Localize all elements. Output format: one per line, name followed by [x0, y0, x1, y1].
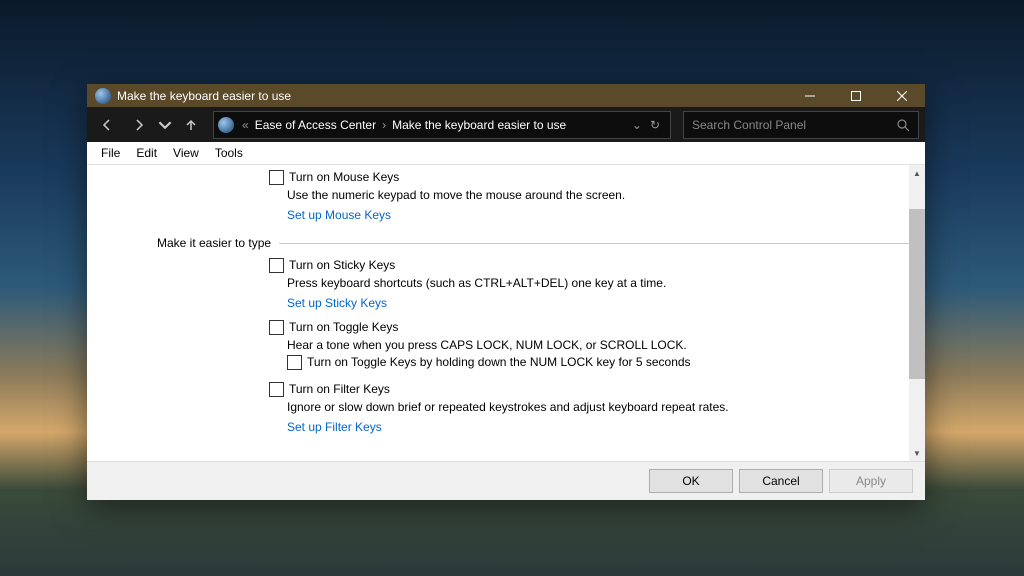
setup-mouse-keys-link[interactable]: Set up Mouse Keys	[287, 208, 909, 222]
menu-file[interactable]: File	[93, 144, 128, 162]
sticky-keys-label: Turn on Sticky Keys	[289, 258, 395, 273]
mouse-keys-description: Use the numeric keypad to move the mouse…	[287, 188, 847, 202]
menu-bar: File Edit View Tools	[87, 142, 925, 165]
control-panel-window: Make the keyboard easier to use « Ease o…	[87, 84, 925, 500]
window-title: Make the keyboard easier to use	[117, 89, 787, 103]
menu-tools[interactable]: Tools	[207, 144, 251, 162]
section-header-type: Make it easier to type	[157, 236, 909, 250]
search-icon	[896, 118, 910, 132]
cancel-button[interactable]: Cancel	[739, 469, 823, 493]
content-pane: Turn on Mouse Keys Use the numeric keypa…	[87, 165, 925, 461]
scroll-track[interactable]	[909, 181, 925, 445]
apply-button: Apply	[829, 469, 913, 493]
search-input[interactable]: Search Control Panel	[683, 111, 919, 139]
filter-keys-checkbox[interactable]	[269, 382, 284, 397]
refresh-icon[interactable]: ↻	[650, 118, 660, 132]
toggle-keys-checkbox[interactable]	[269, 320, 284, 335]
maximize-button[interactable]	[833, 84, 879, 107]
address-bar[interactable]: « Ease of Access Center › Make the keybo…	[213, 111, 671, 139]
breadcrumb-segment[interactable]: Make the keyboard easier to use	[388, 118, 570, 132]
titlebar: Make the keyboard easier to use	[87, 84, 925, 107]
sticky-keys-checkbox[interactable]	[269, 258, 284, 273]
setup-filter-keys-link[interactable]: Set up Filter Keys	[287, 420, 909, 434]
mouse-keys-label: Turn on Mouse Keys	[289, 170, 399, 185]
forward-button[interactable]	[125, 111, 153, 139]
divider	[279, 243, 909, 244]
filter-keys-description: Ignore or slow down brief or repeated ke…	[287, 400, 847, 414]
setup-sticky-keys-link[interactable]: Set up Sticky Keys	[287, 296, 909, 310]
close-button[interactable]	[879, 84, 925, 107]
desktop-wallpaper: Make the keyboard easier to use « Ease o…	[0, 0, 1024, 576]
toggle-keys-label: Turn on Toggle Keys	[289, 320, 398, 335]
ease-of-access-icon	[95, 88, 111, 104]
toggle-keys-description: Hear a tone when you press CAPS LOCK, NU…	[287, 338, 847, 352]
breadcrumb-separator-icon: «	[240, 118, 251, 132]
navigation-bar: « Ease of Access Center › Make the keybo…	[87, 107, 925, 142]
scrollbar[interactable]: ▲ ▼	[909, 165, 925, 461]
menu-view[interactable]: View	[165, 144, 207, 162]
sticky-keys-description: Press keyboard shortcuts (such as CTRL+A…	[287, 276, 847, 290]
ok-button[interactable]: OK	[649, 469, 733, 493]
scroll-down-button[interactable]: ▼	[909, 445, 925, 461]
toggle-keys-numlock-checkbox[interactable]	[287, 355, 302, 370]
chevron-down-icon[interactable]: ⌄	[632, 118, 642, 132]
menu-edit[interactable]: Edit	[128, 144, 165, 162]
up-button[interactable]	[177, 111, 205, 139]
toggle-keys-numlock-label: Turn on Toggle Keys by holding down the …	[307, 355, 691, 370]
mouse-keys-checkbox[interactable]	[269, 170, 284, 185]
back-button[interactable]	[93, 111, 121, 139]
ease-of-access-icon	[218, 117, 234, 133]
chevron-right-icon[interactable]: ›	[380, 118, 388, 132]
recent-dropdown[interactable]	[157, 111, 173, 139]
minimize-button[interactable]	[787, 84, 833, 107]
scroll-up-button[interactable]: ▲	[909, 165, 925, 181]
filter-keys-label: Turn on Filter Keys	[289, 382, 390, 397]
breadcrumb-segment[interactable]: Ease of Access Center	[251, 118, 380, 132]
button-bar: OK Cancel Apply	[87, 461, 925, 500]
search-placeholder: Search Control Panel	[692, 118, 896, 132]
scroll-thumb[interactable]	[909, 209, 925, 379]
